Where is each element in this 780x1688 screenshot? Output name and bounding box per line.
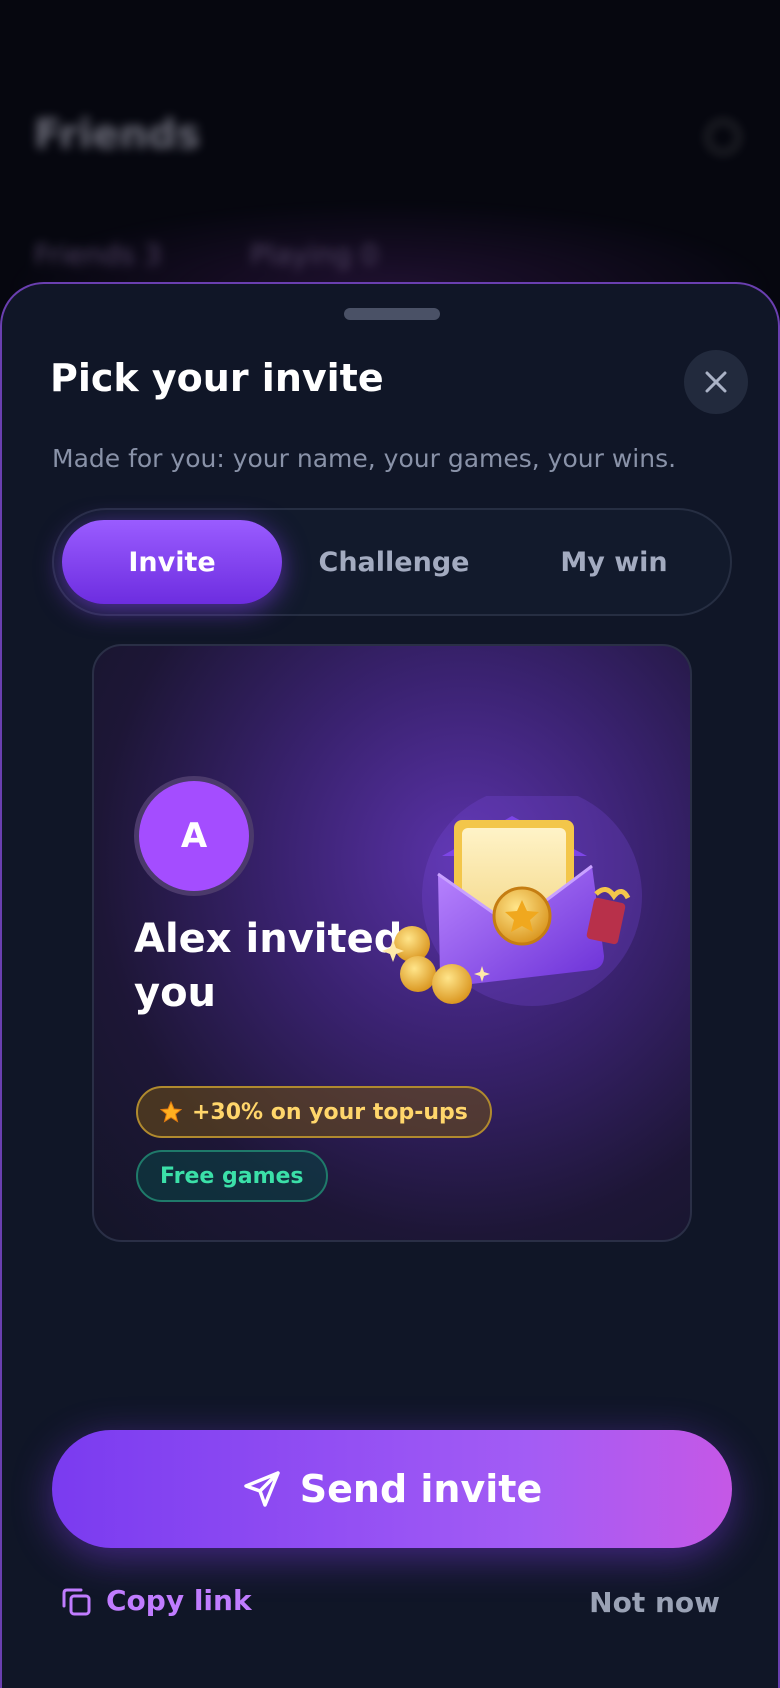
sheet-subtitle: Made for you: your name, your games, you… <box>52 444 677 473</box>
tab-my-win[interactable]: My win <box>504 520 724 604</box>
sheet-grabber[interactable] <box>344 308 440 320</box>
free-games-label: Free games <box>160 1163 304 1189</box>
send-invite-button[interactable]: Send invite <box>52 1430 732 1548</box>
close-button[interactable] <box>684 350 748 414</box>
paper-plane-icon <box>244 1471 280 1507</box>
free-games-badge: Free games <box>136 1150 328 1202</box>
copy-link-label: Copy link <box>106 1584 252 1617</box>
send-invite-label: Send invite <box>299 1467 543 1511</box>
invite-headline: Alex invited you <box>134 916 403 1016</box>
tab-invite[interactable]: Invite <box>62 520 282 604</box>
avatar: A <box>134 776 254 896</box>
background-tab-playing: Playing 0 <box>250 238 379 271</box>
background-title: Friends <box>34 112 201 158</box>
background-icon <box>706 120 740 154</box>
topup-bonus-badge: +30% on your top-ups <box>136 1086 492 1138</box>
topup-bonus-label: +30% on your top-ups <box>192 1099 468 1125</box>
copy-icon <box>62 1588 91 1615</box>
not-now-button[interactable]: Not now <box>589 1586 720 1619</box>
close-icon <box>705 371 727 393</box>
invite-type-tabs: Invite Challenge My win <box>52 508 732 616</box>
invite-preview-card: A Alex invited you +30% on your top-ups … <box>92 644 692 1242</box>
star-icon <box>160 1101 182 1123</box>
background-tab-friends: Friends 3 <box>34 238 162 271</box>
sheet-title: Pick your invite <box>50 356 384 400</box>
envelope-illustration <box>382 796 642 1006</box>
invite-bottom-sheet: Pick your invite Made for you: your name… <box>0 282 780 1688</box>
tab-challenge[interactable]: Challenge <box>284 520 504 604</box>
copy-link-button[interactable]: Copy link <box>60 1584 252 1617</box>
